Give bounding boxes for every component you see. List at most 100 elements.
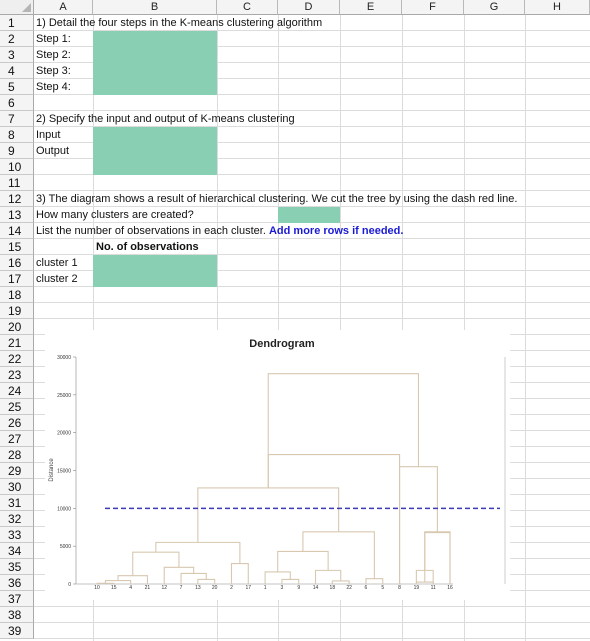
row-header-28[interactable]: 28 <box>0 447 34 463</box>
dendrogram-svg: Dendrogram Distance 0 5000 10000 15000 20000… <box>49 338 506 591</box>
row-header-17[interactable]: 17 <box>0 271 34 287</box>
cluster-1-label: cluster 1 <box>36 257 78 269</box>
row-header-16[interactable]: 16 <box>0 255 34 271</box>
grid-row <box>34 95 590 111</box>
row-header-21[interactable]: 21 <box>0 335 34 351</box>
row-header-29[interactable]: 29 <box>0 463 34 479</box>
row-header-32[interactable]: 32 <box>0 511 34 527</box>
row-header-33[interactable]: 33 <box>0 527 34 543</box>
row-header-31[interactable]: 31 <box>0 495 34 511</box>
leaf-label: 1 <box>264 585 267 591</box>
row-header-20[interactable]: 20 <box>0 319 34 335</box>
leaf-label: 17 <box>246 585 252 591</box>
cluster-obs-answer-box[interactable] <box>93 255 217 287</box>
q1-answer-box[interactable] <box>93 31 217 95</box>
y-tick-label: 10000 <box>57 506 71 512</box>
row-header-12[interactable]: 12 <box>0 191 34 207</box>
column-header-b[interactable]: B <box>93 0 217 15</box>
row-header-11[interactable]: 11 <box>0 175 34 191</box>
row-header-25[interactable]: 25 <box>0 399 34 415</box>
q2-answer-box[interactable] <box>93 127 217 175</box>
y-tick-label: 25000 <box>57 393 71 399</box>
leaf-label: 6 <box>365 585 368 591</box>
column-header-g[interactable]: G <box>464 0 525 15</box>
row-header-22[interactable]: 22 <box>0 351 34 367</box>
row-header-2[interactable]: 2 <box>0 31 34 47</box>
leaf-label: 15 <box>111 585 117 591</box>
row-header-39[interactable]: 39 <box>0 623 34 639</box>
input-label: Input <box>36 129 61 141</box>
column-header-h[interactable]: H <box>525 0 590 15</box>
row-header-13[interactable]: 13 <box>0 207 34 223</box>
leaf-label: 19 <box>414 585 420 591</box>
dendrogram-branch <box>117 575 148 584</box>
row-header-35[interactable]: 35 <box>0 559 34 575</box>
grid-row <box>34 175 590 191</box>
dendrogram-chart[interactable]: Dendrogram Distance 0 5000 10000 15000 20000… <box>45 330 510 600</box>
dendrogram-branch <box>314 569 342 584</box>
row-header-26[interactable]: 26 <box>0 415 34 431</box>
column-header-f[interactable]: F <box>402 0 464 15</box>
row-header-23[interactable]: 23 <box>0 367 34 383</box>
column-header-a[interactable]: A <box>34 0 93 15</box>
grid-row <box>34 607 590 623</box>
row-header-18[interactable]: 18 <box>0 287 34 303</box>
dendrogram-branch <box>163 566 195 584</box>
dendrogram-branch <box>331 580 350 584</box>
q1-title: 1) Detail the four steps in the K-means … <box>36 17 323 29</box>
dendrogram-branch <box>302 531 375 579</box>
leaf-label: 20 <box>212 585 218 591</box>
row-header-19[interactable]: 19 <box>0 303 34 319</box>
column-header-d[interactable]: D <box>278 0 340 15</box>
row-header-3[interactable]: 3 <box>0 47 34 63</box>
obs-header: No. of observations <box>96 241 199 253</box>
grid-row <box>34 303 590 319</box>
chart-title: Dendrogram <box>249 338 315 350</box>
leaf-label: 9 <box>297 585 300 591</box>
row-header-15[interactable]: 15 <box>0 239 34 255</box>
add-more-rows-note: Add more rows if needed. <box>268 225 404 237</box>
select-all-corner[interactable] <box>0 0 34 15</box>
y-tick-label: 30000 <box>57 355 71 361</box>
row-header-38[interactable]: 38 <box>0 607 34 623</box>
dendrogram-branch <box>264 571 291 584</box>
row-header-14[interactable]: 14 <box>0 223 34 239</box>
cluster-count-answer[interactable] <box>278 207 340 223</box>
dendrogram-branch <box>180 572 207 584</box>
y-tick-label: 0 <box>68 582 71 588</box>
row-header-27[interactable]: 27 <box>0 431 34 447</box>
column-header-c[interactable]: C <box>217 0 278 15</box>
leaf-label: 11 <box>431 585 436 591</box>
row-header-34[interactable]: 34 <box>0 543 34 559</box>
row-header-4[interactable]: 4 <box>0 63 34 79</box>
q2-title: 2) Specify the input and output of K-mea… <box>36 113 295 125</box>
row-header-10[interactable]: 10 <box>0 159 34 175</box>
row-header-1[interactable]: 1 <box>0 15 34 31</box>
leaf-label: 16 <box>447 585 453 591</box>
list-question-text: List the number of observations in each … <box>36 225 266 237</box>
leaf-label: 12 <box>161 585 167 591</box>
dendrogram-branch <box>277 550 329 572</box>
dendrogram-branch <box>424 531 451 584</box>
column-header-e[interactable]: E <box>340 0 402 15</box>
leaf-label: 4 <box>129 585 132 591</box>
row-header-24[interactable]: 24 <box>0 383 34 399</box>
row-header-37[interactable]: 37 <box>0 591 34 607</box>
grid-row <box>34 287 590 303</box>
leaf-label: 13 <box>195 585 201 591</box>
output-label: Output <box>36 145 70 157</box>
dendrogram-branch <box>399 466 438 584</box>
row-header-5[interactable]: 5 <box>0 79 34 95</box>
dendrogram-branch <box>197 578 216 584</box>
dendrogram-branch <box>155 541 241 564</box>
leaf-label: 14 <box>313 585 319 591</box>
row-header-8[interactable]: 8 <box>0 127 34 143</box>
leaf-label: 21 <box>145 585 151 591</box>
row-header-7[interactable]: 7 <box>0 111 34 127</box>
row-header-30[interactable]: 30 <box>0 479 34 495</box>
row-header-36[interactable]: 36 <box>0 575 34 591</box>
row-header-9[interactable]: 9 <box>0 143 34 159</box>
spreadsheet: ABCDEFGH 1 2 3 4 5 6 7 8 9 10 11 12 13 14 15 16 17 18 19 20… <box>0 0 590 641</box>
row-header-6[interactable]: 6 <box>0 95 34 111</box>
step-4-label: Step 4: <box>36 81 71 93</box>
